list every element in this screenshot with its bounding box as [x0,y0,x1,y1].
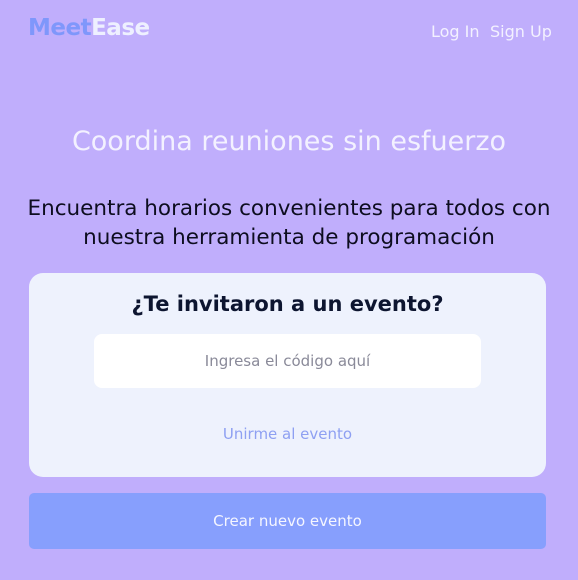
header: MeetEase Log In Sign Up [0,0,578,62]
logo-meet: Meet [28,15,92,41]
event-code-input[interactable] [94,334,481,388]
join-event-link[interactable]: Unirme al evento [29,425,546,443]
create-event-button[interactable]: Crear nuevo evento [29,493,546,549]
invite-card-title: ¿Te invitaron a un evento? [131,292,444,316]
signup-link[interactable]: Sign Up [490,22,552,41]
logo-ease: Ease [91,15,150,41]
hero-title: Coordina reuniones sin esfuerzo [71,126,507,157]
hero-subtitle: Encuentra horarios convenientes para tod… [27,196,551,250]
logo[interactable]: MeetEase [28,15,150,41]
login-link[interactable]: Log In [431,22,480,41]
invite-card: ¿Te invitaron a un evento? Unirme al eve… [29,273,546,477]
